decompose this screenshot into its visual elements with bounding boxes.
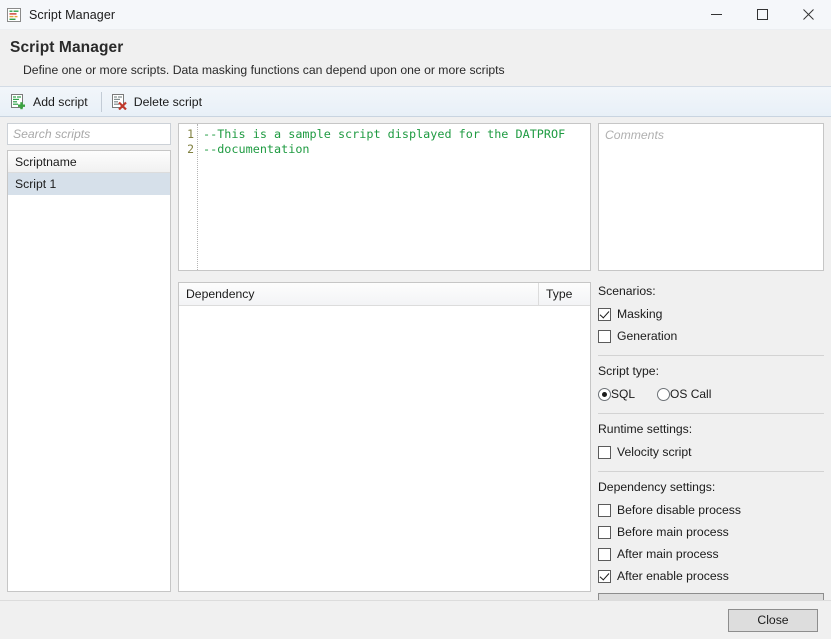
- checkbox-after-main-process-label: After main process: [617, 547, 719, 561]
- comments-input[interactable]: Comments: [598, 123, 824, 271]
- checkbox-icon[interactable]: [598, 308, 611, 321]
- script-editor[interactable]: 1 2 --This is a sample script displayed …: [178, 123, 591, 271]
- center-panel: 1 2 --This is a sample script displayed …: [178, 123, 591, 600]
- divider: [598, 355, 824, 356]
- edit-dependencies-button[interactable]: Edit dependencies...: [598, 593, 824, 600]
- script-list-column-header: Scriptname: [8, 151, 170, 173]
- radio-sql-icon[interactable]: [598, 388, 611, 401]
- radio-sql-label: SQL: [611, 387, 635, 401]
- script-document-icon: [6, 7, 22, 23]
- divider: [598, 413, 824, 414]
- toolbar: Add script Delete script: [0, 86, 831, 117]
- add-script-icon: [10, 94, 26, 110]
- page-subtitle: Define one or more scripts. Data masking…: [23, 63, 831, 77]
- checkbox-icon[interactable]: [598, 570, 611, 583]
- script-type-label: Script type:: [598, 364, 824, 378]
- script-list-panel: Search scripts Scriptname Script 1: [7, 123, 171, 600]
- checkbox-icon[interactable]: [598, 504, 611, 517]
- close-dialog-button[interactable]: Close: [728, 609, 818, 632]
- checkbox-icon[interactable]: [598, 446, 611, 459]
- checkbox-icon[interactable]: [598, 330, 611, 343]
- toolbar-separator: [101, 92, 102, 112]
- page-header: Script Manager Define one or more script…: [0, 30, 831, 86]
- dialog-body: Search scripts Scriptname Script 1 1 2 -…: [0, 117, 831, 600]
- line-number: 1: [179, 127, 194, 142]
- search-placeholder: Search scripts: [13, 127, 90, 141]
- delete-script-label: Delete script: [134, 95, 202, 109]
- checkbox-icon[interactable]: [598, 548, 611, 561]
- checkbox-icon[interactable]: [598, 526, 611, 539]
- scenarios-label: Scenarios:: [598, 284, 824, 298]
- close-button[interactable]: [785, 0, 831, 29]
- line-number: 2: [179, 142, 194, 157]
- runtime-settings-label: Runtime settings:: [598, 422, 824, 436]
- checkbox-velocity-script-label: Velocity script: [617, 445, 692, 459]
- checkbox-generation[interactable]: Generation: [598, 325, 824, 347]
- dependency-table-header: Dependency Type: [179, 283, 590, 306]
- title-bar: Script Manager: [0, 0, 831, 30]
- checkbox-masking[interactable]: Masking: [598, 303, 824, 325]
- delete-script-icon: [111, 94, 127, 110]
- editor-code-area[interactable]: --This is a sample script displayed for …: [198, 124, 590, 270]
- script-type-radio-group: SQL OS Call: [598, 383, 824, 405]
- right-panel: Comments Scenarios: Masking Generation S…: [598, 123, 824, 600]
- checkbox-before-disable-process-label: Before disable process: [617, 503, 741, 517]
- column-header-dependency[interactable]: Dependency: [179, 283, 539, 305]
- checkbox-velocity-script[interactable]: Velocity script: [598, 441, 824, 463]
- options-panel: Scenarios: Masking Generation Script typ…: [598, 282, 824, 600]
- dialog-footer: Close: [0, 600, 831, 639]
- dependency-table[interactable]: Dependency Type: [178, 282, 591, 592]
- checkbox-before-disable-process[interactable]: Before disable process: [598, 499, 824, 521]
- window-title: Script Manager: [29, 8, 115, 22]
- delete-script-button[interactable]: Delete script: [107, 90, 210, 113]
- checkbox-after-enable-process[interactable]: After enable process: [598, 565, 824, 587]
- add-script-button[interactable]: Add script: [6, 90, 96, 113]
- maximize-button[interactable]: [739, 0, 785, 29]
- minimize-button[interactable]: [693, 0, 739, 29]
- script-manager-window: Script Manager Script Manager Define one…: [0, 0, 831, 639]
- divider: [598, 471, 824, 472]
- list-item[interactable]: Script 1: [8, 173, 170, 195]
- radio-os-call-label: OS Call: [670, 387, 711, 401]
- checkbox-after-main-process[interactable]: After main process: [598, 543, 824, 565]
- checkbox-before-main-process[interactable]: Before main process: [598, 521, 824, 543]
- checkbox-before-main-process-label: Before main process: [617, 525, 729, 539]
- add-script-label: Add script: [33, 95, 88, 109]
- page-title: Script Manager: [10, 39, 831, 57]
- checkbox-after-enable-process-label: After enable process: [617, 569, 729, 583]
- column-header-type[interactable]: Type: [539, 283, 590, 305]
- radio-os-call-icon[interactable]: [657, 388, 670, 401]
- dependency-table-body[interactable]: [179, 306, 590, 591]
- window-controls: [693, 0, 831, 29]
- code-line: --documentation: [203, 142, 590, 157]
- checkbox-masking-label: Masking: [617, 307, 662, 321]
- script-list[interactable]: Scriptname Script 1: [7, 150, 171, 592]
- list-item-label: Script 1: [15, 177, 56, 191]
- editor-gutter: 1 2: [179, 124, 198, 270]
- checkbox-generation-label: Generation: [617, 329, 677, 343]
- search-input[interactable]: Search scripts: [7, 123, 171, 145]
- dependency-settings-label: Dependency settings:: [598, 480, 824, 494]
- code-line: --This is a sample script displayed for …: [203, 127, 590, 142]
- comments-placeholder: Comments: [605, 128, 664, 142]
